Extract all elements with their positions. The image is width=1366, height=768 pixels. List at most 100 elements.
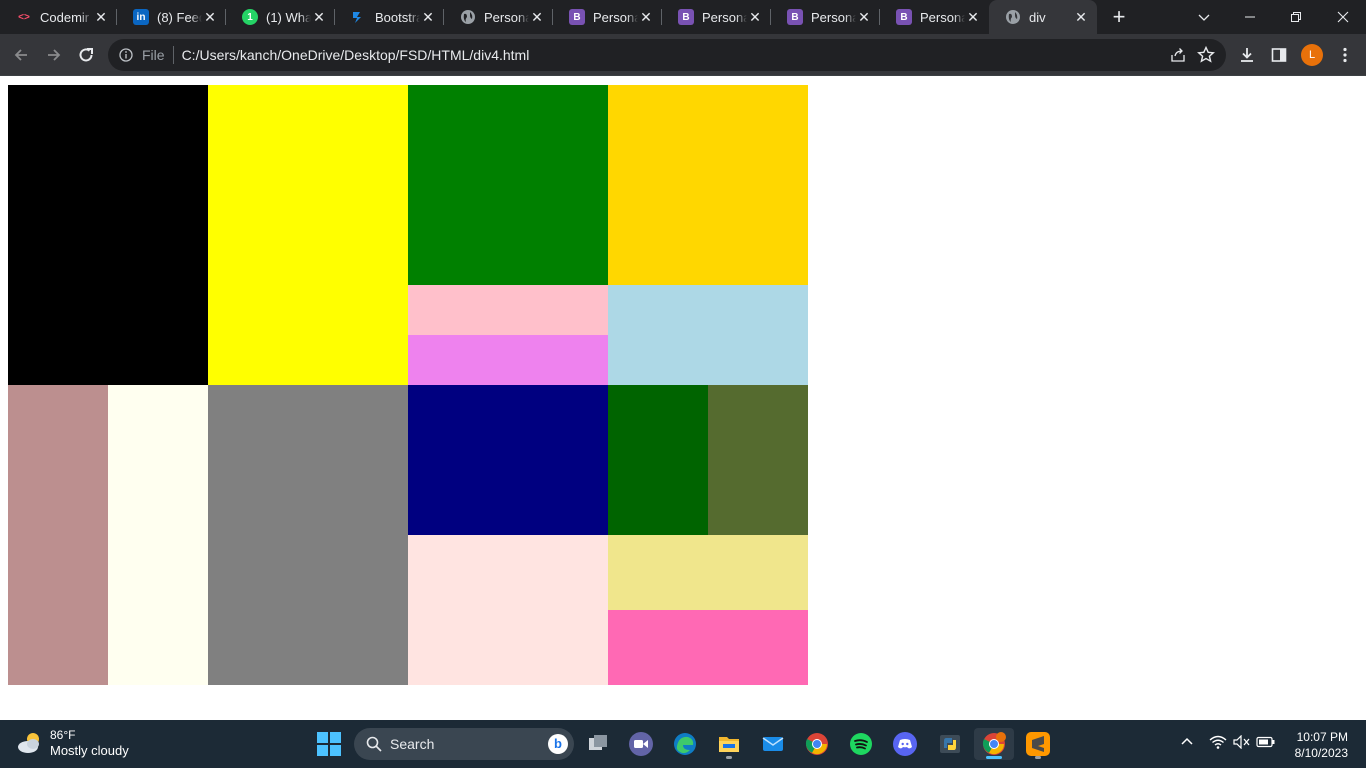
bootstrap-b-icon: B — [678, 9, 694, 25]
close-icon[interactable]: ✕ — [965, 9, 981, 25]
linkedin-icon: in — [133, 9, 149, 25]
side-panel-icon — [1271, 48, 1287, 62]
close-icon[interactable]: ✕ — [311, 9, 327, 25]
show-hidden-icons-button[interactable] — [1177, 732, 1197, 752]
khaki-block — [608, 535, 808, 610]
sublime-text-icon — [1026, 732, 1050, 756]
system-clock[interactable]: 10:07 PM 8/10/2023 — [1295, 729, 1348, 761]
back-arrow-icon — [14, 49, 27, 61]
tab-personal-3[interactable]: B Personal ✕ — [662, 0, 771, 34]
clock-date: 8/10/2023 — [1294, 746, 1348, 760]
tab-linkedin[interactable]: in (8) Feed ✕ — [117, 0, 226, 34]
url-scheme-label: File — [142, 47, 165, 63]
tab-strip: <> Codemir ✕ in (8) Feed ✕ 1 (1) What ✕ … — [0, 0, 1366, 34]
close-icon[interactable]: ✕ — [93, 9, 109, 25]
back-button[interactable] — [9, 43, 33, 67]
search-label: Search — [390, 736, 435, 752]
info-icon[interactable] — [118, 47, 134, 63]
black-block — [8, 85, 208, 385]
tab-title: Personal — [593, 9, 638, 25]
close-icon[interactable]: ✕ — [856, 9, 872, 25]
tab-div-active[interactable]: div ✕ — [989, 0, 1097, 34]
task-view-button[interactable] — [578, 728, 618, 760]
restore-button[interactable] — [1273, 0, 1319, 34]
menu-button[interactable] — [1333, 43, 1357, 67]
tab-whatsapp[interactable]: 1 (1) What ✕ — [226, 0, 335, 34]
chrome-icon — [805, 733, 828, 755]
chevron-up-icon — [1181, 737, 1193, 745]
python-button[interactable] — [930, 728, 970, 760]
side-panel-button[interactable] — [1267, 43, 1291, 67]
close-icon[interactable]: ✕ — [529, 9, 545, 25]
rosybrown-block — [8, 385, 108, 685]
tab-personal-4[interactable]: B Personal ✕ — [771, 0, 880, 34]
tab-title: Personal — [920, 9, 965, 25]
darkolivegreen-block — [708, 385, 808, 535]
discord-icon — [893, 732, 917, 756]
browser-toolbar: File C:/Users/kanch/OneDrive/Desktop/FSD… — [0, 34, 1366, 76]
globe-icon — [1005, 9, 1021, 25]
gold-block — [608, 85, 808, 285]
navy-block — [408, 385, 608, 535]
profile-avatar[interactable]: L — [1301, 44, 1323, 66]
tab-title: div — [1029, 9, 1046, 25]
chrome-button[interactable] — [797, 728, 837, 760]
url-text[interactable]: C:/Users/kanch/OneDrive/Desktop/FSD/HTML… — [182, 47, 530, 63]
close-icon[interactable]: ✕ — [638, 9, 654, 25]
chrome-profile-icon — [982, 732, 1006, 755]
windows-logo-pane — [330, 732, 341, 743]
close-icon[interactable]: ✕ — [747, 9, 763, 25]
close-icon[interactable]: ✕ — [202, 9, 218, 25]
start-button[interactable] — [317, 732, 341, 756]
new-tab-button[interactable]: + — [1107, 5, 1131, 29]
green-block — [408, 85, 608, 285]
taskbar-search[interactable]: Search b — [354, 728, 574, 760]
minimize-button[interactable] — [1227, 0, 1273, 34]
wifi-icon — [1209, 735, 1227, 749]
download-icon — [1241, 48, 1253, 62]
volume-muted-icon — [1233, 735, 1250, 749]
battery-icon — [1256, 736, 1275, 748]
mail-button[interactable] — [753, 728, 793, 760]
color-grid — [8, 85, 808, 685]
windows-logo-pane — [317, 732, 328, 743]
spotify-button[interactable] — [841, 728, 881, 760]
windows-logo-pane — [317, 745, 328, 756]
weather-temp: 86°F — [50, 728, 76, 742]
downloads-button[interactable] — [1235, 43, 1259, 67]
edge-button[interactable] — [665, 728, 705, 760]
tab-codemind[interactable]: <> Codemir ✕ — [0, 0, 117, 34]
chrome-profile-button[interactable] — [974, 728, 1014, 760]
weather-widget[interactable]: 86°F Mostly cloudy — [16, 728, 129, 758]
close-icon[interactable]: ✕ — [420, 9, 436, 25]
pink-block — [408, 285, 608, 335]
close-icon[interactable]: ✕ — [1073, 9, 1089, 25]
tab-personal-5[interactable]: B Personal ✕ — [880, 0, 989, 34]
tab-search-button[interactable] — [1181, 0, 1227, 34]
forward-button[interactable] — [42, 43, 66, 67]
reload-icon — [79, 48, 93, 62]
edge-icon — [674, 733, 696, 755]
discord-button[interactable] — [885, 728, 925, 760]
tab-bootstrap[interactable]: Bootstra ✕ — [335, 0, 444, 34]
battery-button[interactable] — [1256, 732, 1276, 752]
wifi-button[interactable] — [1208, 732, 1228, 752]
tab-title: Bootstra — [375, 9, 420, 25]
tab-personal-1[interactable]: Personal ✕ — [444, 0, 553, 34]
yellow-block — [208, 85, 408, 385]
bootstrap-icon — [351, 9, 367, 25]
file-explorer-button[interactable] — [709, 728, 749, 760]
volume-button[interactable] — [1232, 732, 1252, 752]
sublime-text-button[interactable] — [1018, 728, 1058, 760]
zoom-button[interactable] — [621, 728, 661, 760]
whatsapp-icon: 1 — [242, 9, 258, 25]
reload-button[interactable] — [74, 43, 98, 67]
bookmark-star-icon[interactable] — [1196, 45, 1216, 65]
tab-personal-2[interactable]: B Personal ✕ — [553, 0, 662, 34]
bootstrap-b-icon: B — [569, 9, 585, 25]
gray-block — [208, 385, 408, 685]
address-bar[interactable]: File C:/Users/kanch/OneDrive/Desktop/FSD… — [108, 39, 1226, 71]
close-window-button[interactable] — [1320, 0, 1366, 34]
bing-icon: b — [548, 734, 568, 754]
share-icon[interactable] — [1170, 47, 1186, 63]
